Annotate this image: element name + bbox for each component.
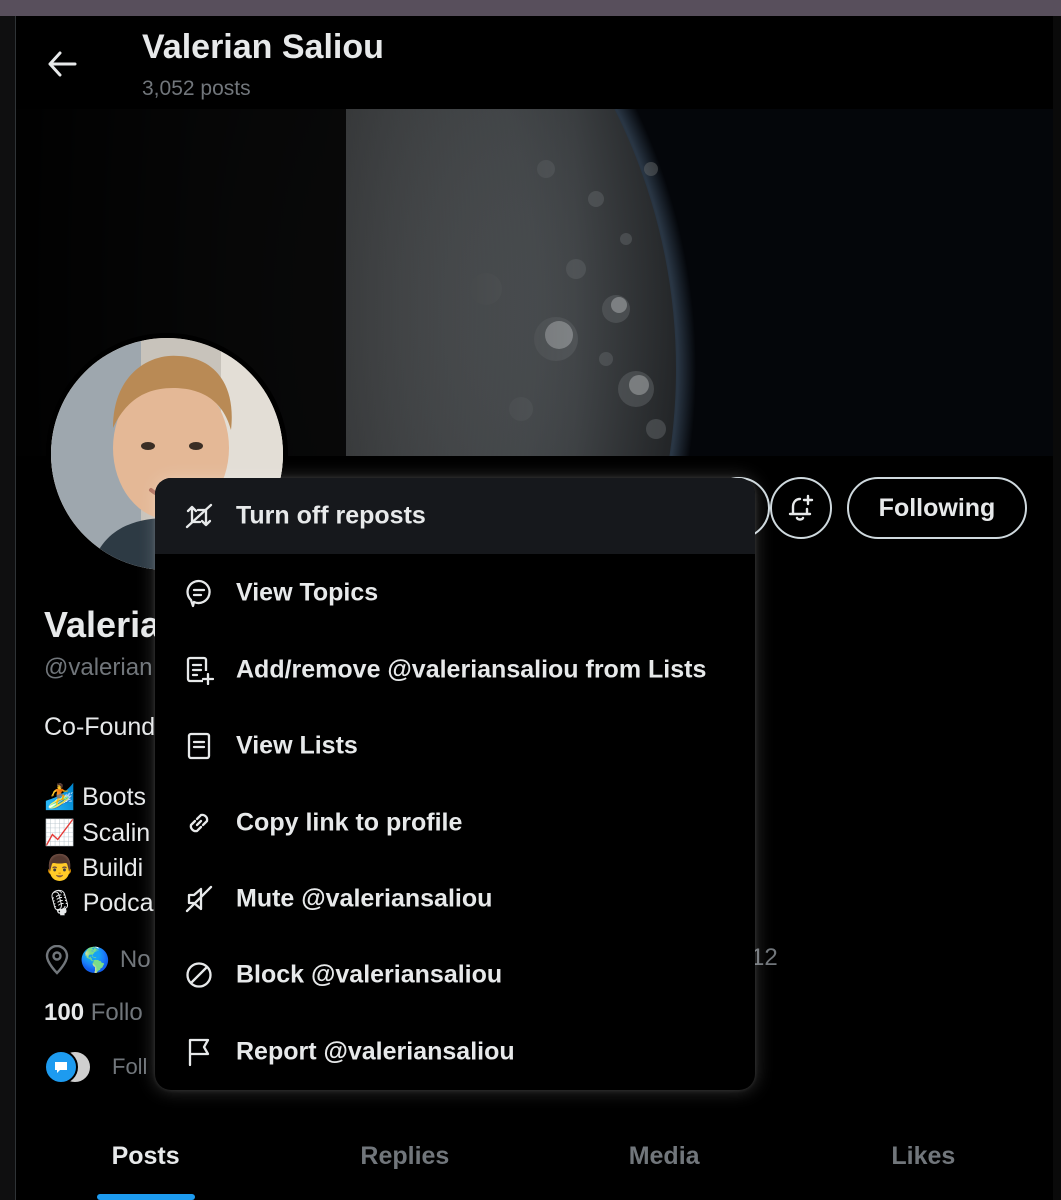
menu-item-turn-off-reposts[interactable]: Turn off reposts: [155, 478, 755, 554]
bio-text: Scalin: [82, 819, 151, 847]
flag-icon: [183, 1036, 215, 1068]
menu-item-label: View Topics: [236, 578, 379, 607]
location-row: 🌎 No: [44, 942, 151, 978]
menu-item-view-lists[interactable]: View Lists: [155, 708, 755, 784]
back-button[interactable]: [42, 46, 82, 82]
following-label: Follo: [90, 999, 143, 1026]
joined-date: 12: [751, 944, 778, 971]
window-top-strip: [0, 0, 1061, 16]
chat-bubble-icon: [55, 1062, 67, 1073]
following-count: 100: [44, 999, 85, 1026]
menu-item-label: Mute @valeriansaliou: [236, 884, 493, 913]
left-rail: [0, 16, 16, 1200]
menu-item-copy-link[interactable]: Copy link to profile: [155, 785, 755, 861]
menu-item-mute[interactable]: Mute @valeriansaliou: [155, 861, 755, 937]
profile-options-menu: Turn off reposts View Topics Add/remove …: [155, 478, 755, 1090]
profile-bio: Co-Found: [44, 713, 156, 741]
active-tab-indicator: [96, 1194, 195, 1200]
topics-icon: [183, 577, 215, 609]
menu-item-label: Copy link to profile: [236, 808, 463, 837]
following-count-link[interactable]: 100 Follo: [44, 999, 143, 1027]
bio-text: Buildi: [82, 854, 144, 882]
menu-item-label: Turn off reposts: [236, 501, 426, 530]
bio-emoji: 📈: [44, 819, 76, 847]
block-icon: [183, 959, 215, 991]
header-profile-name: Valerian Saliou: [142, 28, 384, 66]
tab-media[interactable]: Media: [535, 1126, 794, 1200]
mute-icon: [183, 883, 215, 915]
repost-off-icon: [183, 500, 215, 532]
bio-text: Boots: [82, 783, 147, 811]
avatar: [44, 1050, 78, 1084]
profile-tabs: Posts Replies Media Likes: [16, 1126, 1053, 1200]
menu-item-view-topics[interactable]: View Topics: [155, 555, 755, 631]
bio-line: 🏄 Boots: [44, 783, 146, 812]
tab-posts[interactable]: Posts: [16, 1126, 275, 1200]
profile-handle: @valerian: [44, 654, 153, 681]
bio-text: Podca: [82, 889, 154, 917]
tab-label: Posts: [111, 1142, 180, 1170]
followed-by-avatars: [44, 1050, 92, 1084]
tab-label: Likes: [891, 1142, 956, 1170]
arrow-left-icon: [48, 51, 77, 77]
bio-line: 📈 Scalin: [44, 819, 150, 848]
followed-by-text: Foll: [112, 1054, 148, 1079]
header-post-count: 3,052 posts: [142, 77, 251, 100]
bio-emoji: 👨: [44, 854, 76, 882]
tab-replies[interactable]: Replies: [275, 1126, 534, 1200]
list-icon: [183, 730, 215, 762]
location-text: No: [119, 946, 151, 973]
menu-item-label: View Lists: [236, 731, 358, 760]
bell-plus-icon: [788, 494, 814, 521]
menu-item-label: Report @valeriansaliou: [236, 1037, 515, 1066]
bio-line: 🎙 Podca: [44, 889, 154, 918]
menu-item-add-remove-lists[interactable]: Add/remove @valeriansaliou from Lists: [155, 632, 755, 708]
right-rail: [1053, 16, 1061, 1200]
profile-header: Valerian Saliou 3,052 posts: [16, 16, 1053, 109]
followed-by-row[interactable]: Foll: [44, 1050, 147, 1084]
tab-label: Replies: [360, 1142, 450, 1170]
bio-emoji: 🎙: [44, 889, 76, 917]
tab-label: Media: [628, 1142, 700, 1170]
menu-item-label: Add/remove @valeriansaliou from Lists: [236, 655, 707, 684]
profile-name: Valeria: [44, 604, 161, 645]
menu-item-block[interactable]: Block @valeriansaliou: [155, 937, 755, 1013]
menu-item-label: Block @valeriansaliou: [236, 960, 503, 989]
list-add-icon: [183, 654, 215, 686]
location-emoji: 🌎: [80, 946, 110, 974]
following-button[interactable]: Following: [847, 477, 1027, 539]
link-icon: [183, 807, 215, 839]
location-pin-icon: [45, 945, 69, 975]
notifications-button[interactable]: [770, 477, 832, 539]
menu-item-report[interactable]: Report @valeriansaliou: [155, 1014, 755, 1090]
tab-likes[interactable]: Likes: [794, 1126, 1053, 1200]
bio-line: 👨 Buildi: [44, 854, 143, 883]
bio-emoji: 🏄: [44, 783, 76, 811]
